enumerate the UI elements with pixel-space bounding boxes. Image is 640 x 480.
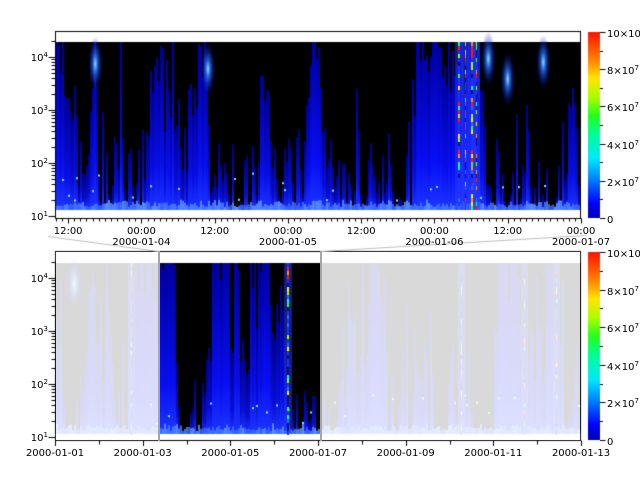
- top-x-date-label: 2000-01-07: [552, 237, 610, 248]
- tick-base: 2×10: [607, 399, 634, 410]
- tick-base: 10: [31, 53, 44, 64]
- tick-exp: 3: [44, 325, 48, 333]
- unselected-region-overlay-right: [321, 252, 580, 440]
- bottom-x-date-label: 2000-01-01: [26, 448, 84, 459]
- tick-exp: 7: [634, 139, 638, 147]
- top-colorbar-tick-label: 6×107: [607, 100, 639, 114]
- top-y-tick-label: 102: [24, 156, 48, 170]
- bottom-colorbar-tick-label: 0: [607, 434, 613, 448]
- selection-box[interactable]: [158, 251, 322, 441]
- tick-exp: 3: [44, 104, 48, 112]
- tick-base: 0: [607, 437, 613, 448]
- bottom-colorbar-tick-label: 8×107: [607, 284, 639, 298]
- top-y-tick-label: 103: [24, 103, 48, 117]
- bottom-x-date-label: 2000-01-09: [377, 448, 435, 459]
- tick-base: 10: [31, 106, 44, 117]
- bottom-x-date-label: 2000-01-07: [289, 448, 347, 459]
- tick-base: 10: [31, 327, 44, 338]
- tick-exp: 7: [634, 360, 638, 368]
- tick-base: 10: [31, 159, 44, 170]
- tick-base: 10×10: [607, 29, 640, 40]
- tick-base: 4×10: [607, 141, 634, 152]
- tick-base: 10×10: [607, 249, 640, 260]
- top-colorbar-tick-label: 10×107: [607, 26, 640, 40]
- top-colorbar-tick-label: 0: [607, 212, 613, 226]
- top-x-time-label: 12:00: [493, 226, 522, 237]
- tick-exp: 7: [634, 101, 638, 109]
- top-colorbar-tick-label: 2×107: [607, 175, 639, 189]
- top-x-date-label: 2000-01-05: [259, 237, 317, 248]
- bottom-x-date-label: 2000-01-11: [464, 448, 522, 459]
- top-y-tick-label: 101: [24, 209, 48, 223]
- tick-exp: 7: [634, 64, 638, 72]
- tick-exp: 7: [634, 285, 638, 293]
- tick-base: 8×10: [607, 66, 634, 77]
- top-colorbar-tick-label: 8×107: [607, 63, 639, 77]
- tick-base: 10: [31, 212, 44, 223]
- top-x-time-label: 12:00: [54, 226, 83, 237]
- top-colorbar-tick-label: 4×107: [607, 138, 639, 152]
- tick-exp: 7: [634, 176, 638, 184]
- tick-exp: 4: [44, 272, 48, 280]
- top-x-date-label: 2000-01-06: [405, 237, 463, 248]
- tick-base: 8×10: [607, 287, 634, 298]
- spectrogram-viewer-window: 104 103 102 101 104 103 102 101 12:00 00…: [0, 0, 640, 480]
- top-y-tick-label: 104: [24, 50, 48, 64]
- tick-base: 2×10: [607, 178, 634, 189]
- top-x-time-label: 00:00: [274, 226, 303, 237]
- tick-exp: 2: [44, 378, 48, 386]
- bottom-colorbar-tick-label: 4×107: [607, 359, 639, 373]
- tick-exp: 7: [634, 322, 638, 330]
- tick-base: 4×10: [607, 362, 634, 373]
- tick-base: 10: [31, 433, 44, 444]
- tick-exp: 4: [44, 51, 48, 59]
- bottom-y-tick-label: 103: [24, 324, 48, 338]
- bottom-x-date-label: 2000-01-03: [114, 448, 172, 459]
- tick-exp: 7: [634, 397, 638, 405]
- bottom-y-tick-label: 102: [24, 377, 48, 391]
- top-x-time-label: 00:00: [127, 226, 156, 237]
- tick-base: 6×10: [607, 103, 634, 114]
- bottom-colorbar-tick-label: 2×107: [607, 396, 639, 410]
- tick-base: 10: [31, 274, 44, 285]
- bottom-colorbar-tick-label: 6×107: [607, 321, 639, 335]
- tick-exp: 2: [44, 157, 48, 165]
- top-x-time-label: 00:00: [420, 226, 449, 237]
- bottom-y-tick-label: 104: [24, 271, 48, 285]
- tick-base: 6×10: [607, 324, 634, 335]
- top-x-time-label: 00:00: [567, 226, 596, 237]
- bottom-colorbar-tick-label: 10×107: [607, 246, 640, 260]
- tick-exp: 1: [44, 431, 48, 439]
- top-x-time-label: 12:00: [347, 226, 376, 237]
- bottom-y-tick-label: 101: [24, 430, 48, 444]
- bottom-x-date-label: 2000-01-05: [201, 448, 259, 459]
- unselected-region-overlay-left: [56, 252, 159, 440]
- top-x-time-label: 12:00: [200, 226, 229, 237]
- tick-base: 0: [607, 215, 613, 226]
- tick-base: 10: [31, 380, 44, 391]
- top-x-date-label: 2000-01-04: [112, 237, 170, 248]
- tick-exp: 1: [44, 210, 48, 218]
- bottom-x-date-label: 2000-01-13: [552, 448, 610, 459]
